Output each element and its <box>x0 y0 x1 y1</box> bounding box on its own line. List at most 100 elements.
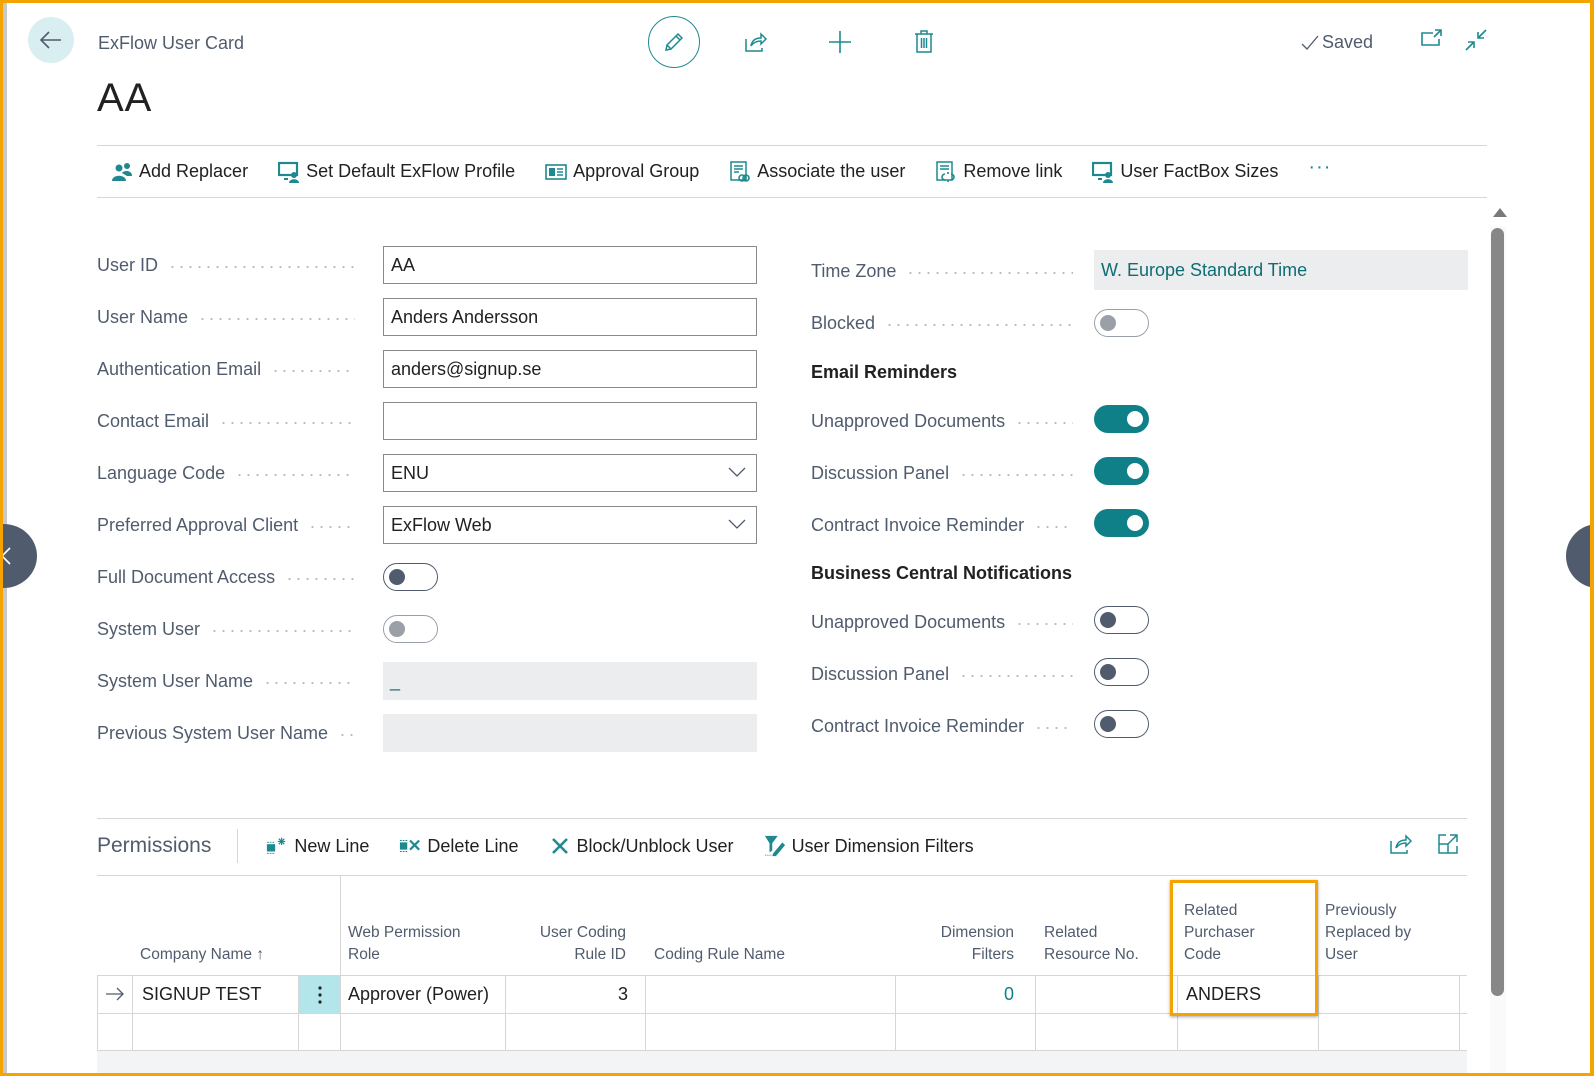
approval-group-label: Approval Group <box>573 161 700 181</box>
auth-email-input[interactable]: anders@signup.se <box>383 350 757 388</box>
top-actions <box>648 16 944 68</box>
arrow-right-icon <box>106 987 124 1001</box>
add-replacer-button[interactable]: Add Replacer <box>111 161 248 183</box>
plus-icon <box>829 31 851 53</box>
user-id-input[interactable]: AA <box>383 246 757 284</box>
open-new-window-icon <box>1421 29 1442 46</box>
email-unapproved-label: Unapproved Documents <box>811 410 1006 431</box>
col-coding-rule-name[interactable]: Coding Rule Name <box>654 944 785 966</box>
permissions-title: Permissions <box>97 829 239 863</box>
email-discussion-toggle[interactable] <box>1094 457 1149 485</box>
system-user-toggle[interactable] <box>383 615 438 643</box>
bc-contract-row: Contract Invoice Reminder <box>811 707 1083 745</box>
grid-col-line <box>132 975 133 1050</box>
language-code-value: ENU <box>391 462 430 483</box>
share-part-button[interactable] <box>1389 833 1413 860</box>
associate-user-button[interactable]: Associate the user <box>729 160 905 183</box>
bc-discussion-toggle[interactable] <box>1094 658 1149 686</box>
prev-system-user-name-label: Previous System User Name <box>97 722 329 743</box>
time-zone-row: Time Zone <box>811 252 1083 290</box>
cell-user-coding-rule-id[interactable]: 3 <box>518 975 628 1013</box>
cell-web-permission-role[interactable]: Approver (Power) <box>348 975 489 1013</box>
col-user-coding-rule-id[interactable]: User Coding Rule ID <box>518 922 626 966</box>
more-actions-button[interactable]: ··· <box>1308 156 1331 179</box>
expand-part-button[interactable] <box>1437 833 1459 860</box>
preferred-client-row: Preferred Approval Client <box>97 506 365 544</box>
next-record-button[interactable] <box>1566 524 1594 588</box>
bc-notifications-heading: Business Central Notifications <box>811 563 1073 583</box>
new-line-icon <box>266 835 288 857</box>
set-default-profile-button[interactable]: Set Default ExFlow Profile <box>278 161 515 183</box>
cell-company-name[interactable]: SIGNUP TEST <box>142 975 261 1013</box>
cell-dimension-filters[interactable]: 0 <box>918 975 1014 1013</box>
filter-edit-icon <box>764 835 786 857</box>
col-dimension-filters[interactable]: Dimension Filters <box>918 922 1014 966</box>
users-icon <box>111 161 133 183</box>
previous-record-button[interactable] <box>0 524 37 588</box>
preferred-client-value: ExFlow Web <box>391 514 492 535</box>
add-replacer-label: Add Replacer <box>139 161 249 181</box>
grid-row-line <box>97 1050 1467 1051</box>
bc-unapproved-label: Unapproved Documents <box>811 611 1006 632</box>
user-name-input[interactable]: Anders Andersson <box>383 298 757 336</box>
user-name-row: User Name <box>97 298 365 336</box>
save-status-text: Saved <box>1322 32 1374 52</box>
col-web-permission-role[interactable]: Web Permission Role <box>348 922 488 966</box>
row-current-indicator <box>105 975 125 1013</box>
grid-col-line <box>895 975 896 1050</box>
email-contract-toggle[interactable] <box>1094 509 1149 537</box>
bc-discussion-row: Discussion Panel <box>811 655 1083 693</box>
new-line-label: New Line <box>294 835 370 856</box>
email-contract-label: Contract Invoice Reminder <box>811 514 1025 535</box>
row-actions-button[interactable] <box>299 976 340 1013</box>
email-reminders-heading: Email Reminders <box>811 362 958 382</box>
remove-link-label: Remove link <box>963 161 1063 181</box>
user-dimension-filters-label: User Dimension Filters <box>791 835 974 856</box>
new-line-button[interactable]: New Line <box>266 835 369 857</box>
email-contract-row: Contract Invoice Reminder <box>811 506 1083 544</box>
page-caption: ExFlow User Card <box>98 33 245 53</box>
delete-line-label: Delete Line <box>427 835 519 856</box>
system-user-name-label: System User Name <box>97 670 254 691</box>
new-button[interactable] <box>820 22 860 62</box>
back-button[interactable] <box>28 17 74 63</box>
bc-unapproved-row: Unapproved Documents <box>811 603 1083 641</box>
edit-button[interactable] <box>648 16 700 68</box>
bc-contract-toggle[interactable] <box>1094 710 1149 738</box>
collapse-button[interactable] <box>1464 28 1488 57</box>
full-doc-access-toggle[interactable] <box>383 563 438 591</box>
open-new-window-button[interactable] <box>1420 28 1444 57</box>
share-button[interactable] <box>736 22 776 62</box>
page-title: AA <box>97 76 153 120</box>
email-unapproved-toggle[interactable] <box>1094 405 1149 433</box>
remove-link-button[interactable]: Remove link <box>935 160 1063 183</box>
expand-icon <box>1438 834 1458 854</box>
block-unblock-user-button[interactable]: Block/Unblock User <box>549 835 734 857</box>
document-unlink-icon <box>935 160 957 183</box>
blocked-toggle[interactable] <box>1094 309 1149 337</box>
email-unapproved-row: Unapproved Documents <box>811 402 1083 440</box>
scroll-up-arrow[interactable] <box>1493 208 1507 217</box>
chevron-down-icon <box>728 519 746 529</box>
delete-button[interactable] <box>904 22 944 62</box>
col-previously-replaced-by[interactable]: Previously Replaced by User <box>1325 900 1435 966</box>
contact-email-row: Contact Email <box>97 402 365 440</box>
system-user-label: System User <box>97 618 201 639</box>
time-zone-label: Time Zone <box>811 260 897 281</box>
user-factbox-sizes-button[interactable]: User FactBox Sizes <box>1092 161 1278 183</box>
language-code-select[interactable]: ENU <box>383 454 757 492</box>
bc-unapproved-toggle[interactable] <box>1094 606 1149 634</box>
contact-email-label: Contact Email <box>97 410 210 431</box>
time-zone-value[interactable]: W. Europe Standard Time <box>1094 250 1468 290</box>
col-related-resource-no[interactable]: Related Resource No. <box>1044 922 1164 966</box>
preferred-client-label: Preferred Approval Client <box>97 514 299 535</box>
approval-group-button[interactable]: Approval Group <box>545 161 699 183</box>
scrollbar-thumb[interactable] <box>1491 228 1504 996</box>
full-doc-access-label: Full Document Access <box>97 566 276 587</box>
delete-line-button[interactable]: Delete Line <box>399 835 519 857</box>
preferred-client-select[interactable]: ExFlow Web <box>383 506 757 544</box>
contact-email-input[interactable] <box>383 402 757 440</box>
user-dimension-filters-button[interactable]: User Dimension Filters <box>764 835 974 857</box>
col-company-name[interactable]: Company Name ↑ <box>140 944 264 966</box>
document-link-icon <box>729 160 751 183</box>
